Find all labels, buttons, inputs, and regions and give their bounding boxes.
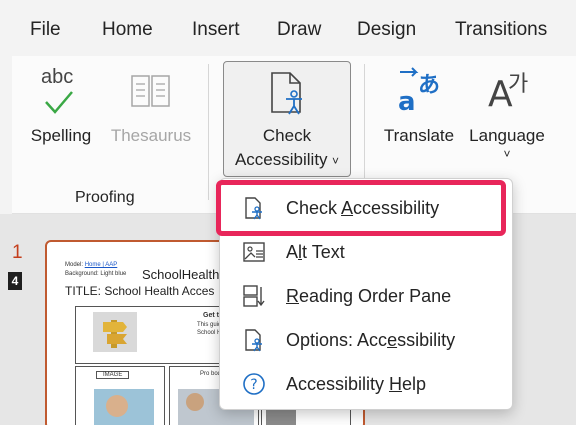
tab-insert[interactable]: Insert — [192, 19, 240, 41]
tab-draw[interactable]: Draw — [277, 19, 321, 41]
slide-badge: 4 — [8, 272, 22, 290]
accessibility-options-icon — [245, 329, 262, 352]
menu-item-alt-text[interactable]: Alt Text — [220, 230, 512, 274]
accessibility-check-icon — [245, 197, 262, 220]
thumb-model-links: Home | AAP — [84, 262, 118, 268]
chevron-down-icon: ˅ — [332, 154, 340, 168]
language-icon: A 가 — [488, 72, 529, 115]
language-button[interactable]: A 가 Language ˅ — [464, 66, 550, 160]
ribbon-separator — [208, 64, 209, 200]
svg-text:?: ? — [250, 377, 257, 393]
thumb-image-placeholder — [93, 312, 137, 352]
book-icon — [131, 75, 170, 107]
translate-icon: a あ — [398, 67, 440, 117]
thesaurus-label: Thesaurus — [110, 126, 192, 145]
tab-design[interactable]: Design — [357, 19, 416, 41]
thumb-panel-left: IMAGE — [75, 366, 165, 425]
check-accessibility-button[interactable]: Check Accessibility ˅ — [223, 61, 351, 177]
slide-number: 1 — [12, 242, 23, 263]
thumb-header-title: SchoolHealth. — [142, 267, 223, 282]
check-accessibility-dropdown: Check Accessibility Alt Text Reading Ord… — [219, 178, 513, 410]
thumb-title-line: TITLE: School Health Acces — [65, 284, 215, 298]
translate-button[interactable]: a あ Translate — [380, 66, 458, 148]
help-circle-icon: ? — [243, 373, 265, 395]
tab-file[interactable]: File — [30, 19, 61, 41]
check-accessibility-label-line2: Accessibility — [234, 150, 328, 169]
svg-text:あ: あ — [418, 73, 440, 98]
spelling-checkmark-icon: abc — [36, 66, 86, 118]
translate-label: Translate — [383, 126, 455, 145]
thumb-panel-left-label: IMAGE — [96, 371, 130, 379]
thumb-model-label: Model: — [65, 262, 84, 268]
thesaurus-button[interactable]: Thesaurus — [106, 66, 196, 148]
thumb-background-line: Background: Light blue — [65, 271, 127, 277]
accessibility-document-icon — [271, 72, 302, 115]
menu-item-accessibility-help[interactable]: ? Accessibility Help — [220, 362, 512, 406]
proofing-group-label: Proofing — [75, 189, 135, 206]
reading-order-icon — [243, 285, 265, 307]
spelling-label: Spelling — [30, 126, 92, 145]
menu-item-options-accessibility[interactable]: Options: Accessibility — [220, 318, 512, 362]
menu-item-reading-order-pane[interactable]: Reading Order Pane — [220, 274, 512, 318]
alt-text-icon — [243, 242, 265, 262]
svg-text:a: a — [398, 87, 416, 117]
chevron-down-icon: ˅ — [503, 147, 511, 161]
tab-transitions[interactable]: Transitions — [455, 19, 547, 41]
check-accessibility-label-line1: Check — [262, 126, 312, 145]
language-label: Language — [469, 126, 545, 145]
tab-home[interactable]: Home — [102, 19, 153, 41]
spelling-button[interactable]: abc Spelling — [26, 66, 96, 148]
menu-item-check-accessibility[interactable]: Check Accessibility — [220, 186, 512, 230]
menu-bar: File Home Insert Draw Design Transitions — [0, 0, 576, 56]
